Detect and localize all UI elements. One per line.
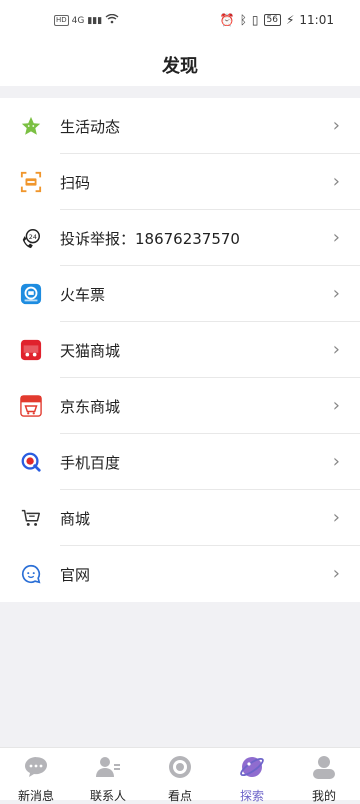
- list-item-label: 生活动态: [60, 117, 121, 136]
- vibrate-icon: ▯: [251, 13, 259, 27]
- list-item-label: 商城: [60, 509, 91, 528]
- tab-new-messages[interactable]: 新消息: [0, 748, 72, 803]
- tab-label: 我的: [311, 789, 336, 803]
- green-star-icon: [19, 114, 43, 138]
- list-item-label: 官网: [60, 565, 91, 584]
- list-item-official-site[interactable]: 官网 ›: [0, 546, 360, 602]
- status-left: HD 4G ▮▮▮: [54, 13, 119, 27]
- list-item-label: 京东商城: [60, 397, 121, 416]
- list-item-train-tickets[interactable]: 火车票 ›: [0, 266, 360, 322]
- phone-24-icon: 24: [19, 226, 43, 250]
- baidu-icon: [19, 450, 43, 474]
- page-title: 发现: [162, 56, 198, 77]
- chevron-right-icon: ›: [332, 283, 340, 304]
- chevron-right-icon: ›: [332, 451, 340, 472]
- tab-explore[interactable]: 探索: [216, 748, 288, 803]
- bottom-tab-bar: 新消息 联系人 看点 探索 我的: [0, 747, 360, 803]
- chevron-right-icon: ›: [332, 227, 340, 248]
- eye-icon: [167, 754, 193, 784]
- list-item-jd[interactable]: 京东商城 ›: [0, 378, 360, 434]
- chat-face-icon: [19, 562, 43, 586]
- tab-contacts[interactable]: 联系人: [72, 748, 144, 803]
- alarm-icon: ⏰: [219, 13, 235, 27]
- clock: 11:01: [299, 13, 334, 27]
- tab-label: 新消息: [17, 789, 54, 803]
- list-item-tmall[interactable]: 天猫商城 ›: [0, 322, 360, 378]
- chevron-right-icon: ›: [332, 507, 340, 528]
- list-item-label: 扫码: [60, 173, 91, 192]
- chevron-right-icon: ›: [332, 171, 340, 192]
- list-item-complaint[interactable]: 24 投诉举报：18676237570 ›: [0, 210, 360, 266]
- page-header: 发现: [0, 44, 360, 86]
- battery-level: 56: [263, 14, 281, 26]
- list-item-life-updates[interactable]: 生活动态 ›: [0, 98, 360, 154]
- cart-icon: [19, 506, 43, 530]
- chevron-right-icon: ›: [332, 115, 340, 136]
- list-item-baidu[interactable]: 手机百度 ›: [0, 434, 360, 490]
- status-right: ⏰ ᛒ ▯ 56 ⚡ 11:01: [220, 13, 334, 27]
- chevron-right-icon: ›: [332, 563, 340, 584]
- list-item-label: 手机百度: [60, 453, 121, 472]
- list-item-scan[interactable]: 扫码 ›: [0, 154, 360, 210]
- svg-text:24: 24: [29, 233, 37, 241]
- status-bar: HD 4G ▮▮▮ ⏰ ᛒ ▯ 56 ⚡ 11:01: [0, 0, 360, 44]
- train-ticket-icon: [19, 282, 43, 306]
- chevron-right-icon: ›: [332, 395, 340, 416]
- scan-icon: [19, 170, 43, 194]
- discover-list: 生活动态 › 扫码 › 24 投诉举报：18676237570 › 火车票 › …: [0, 98, 360, 602]
- message-icon: [23, 754, 49, 784]
- profile-icon: [311, 754, 337, 784]
- list-item-label: 投诉举报：18676237570: [60, 229, 240, 248]
- list-item-label: 天猫商城: [60, 341, 121, 360]
- tab-label: 探索: [239, 789, 264, 803]
- signal-icon: ▮▮▮: [87, 15, 103, 26]
- tab-label: 联系人: [89, 789, 126, 803]
- tab-label: 看点: [167, 789, 192, 803]
- contacts-icon: [95, 754, 121, 784]
- list-item-store[interactable]: 商城 ›: [0, 490, 360, 546]
- hd-indicator: HD: [54, 15, 69, 26]
- network-indicator: 4G: [71, 15, 85, 26]
- jd-icon: [19, 394, 43, 418]
- list-item-label: 火车票: [60, 285, 106, 304]
- chevron-right-icon: ›: [332, 339, 340, 360]
- wifi-icon: [105, 13, 119, 27]
- tab-highlights[interactable]: 看点: [144, 748, 216, 803]
- bluetooth-icon: ᛒ: [239, 13, 247, 27]
- tab-profile[interactable]: 我的: [288, 748, 360, 803]
- charging-icon: ⚡: [285, 13, 295, 27]
- planet-icon: [239, 754, 265, 784]
- tmall-icon: [19, 338, 43, 362]
